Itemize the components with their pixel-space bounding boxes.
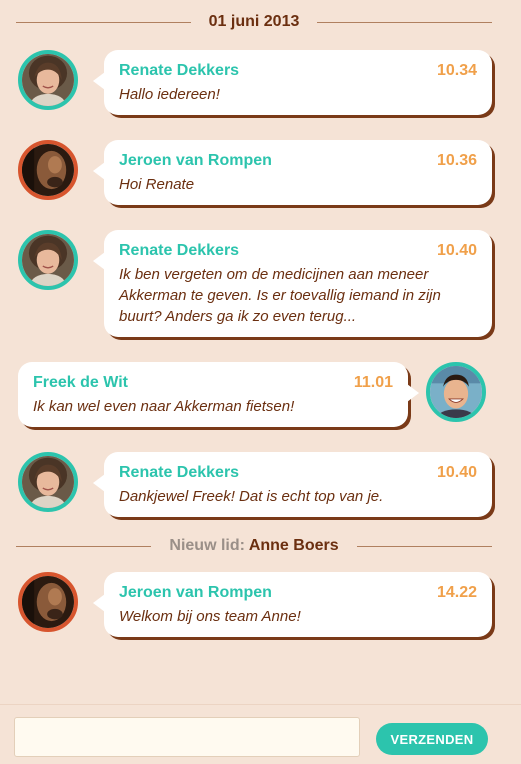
woman-portrait-icon: [22, 234, 74, 286]
message-bubble[interactable]: Freek de Wit 11.01 Ik kan wel even naar …: [18, 362, 419, 427]
woman-portrait-icon: [22, 456, 74, 508]
man-portrait-icon: [22, 144, 74, 196]
man-portrait-icon: [22, 576, 74, 628]
message-bubble[interactable]: Jeroen van Rompen 10.36 Hoi Renate: [93, 140, 492, 205]
message-text: Hallo iedereen!: [119, 86, 220, 103]
sender-name: Renate Dekkers: [119, 464, 240, 481]
message-text: Ik kan wel even naar Akkerman fietsen!: [33, 398, 295, 415]
avatar-freek[interactable]: [426, 362, 486, 422]
new-member-prefix: Nieuw lid:: [169, 537, 245, 554]
message-bubble[interactable]: Renate Dekkers 10.40 Dankjewel Freek! Da…: [93, 452, 492, 517]
date-label: 01 juni 2013: [208, 13, 300, 30]
sender-name: Jeroen van Rompen: [119, 152, 272, 169]
message-time: 10.36: [436, 152, 477, 169]
message-time: 10.40: [436, 464, 477, 481]
new-member-label: Nieuw lid: Anne Boers: [151, 537, 356, 555]
divider-line: [16, 21, 191, 23]
message-bubble[interactable]: Jeroen van Rompen 14.22 Welkom bij ons t…: [93, 572, 492, 637]
sender-name: Renate Dekkers: [119, 242, 240, 259]
woman-portrait-icon: [22, 54, 74, 106]
send-button[interactable]: VERZENDEN: [376, 723, 488, 755]
new-member-name: Anne Boers: [248, 537, 339, 554]
message-text: Dankjewel Freek! Dat is echt top van je.: [119, 488, 384, 505]
sender-name: Freek de Wit: [33, 374, 128, 391]
message-input[interactable]: [14, 717, 360, 757]
message-text: Ik ben vergeten om de medicijnen aan men…: [119, 266, 441, 325]
message-time: 10.34: [436, 62, 477, 79]
chat-screen: 01 juni 2013 Renate Dekkers 10.34 Hallo …: [0, 0, 521, 764]
message-text: Welkom bij ons team Anne!: [119, 608, 301, 625]
divider-line: [16, 545, 152, 547]
message-bubble[interactable]: Renate Dekkers 10.40 Ik ben vergeten om …: [93, 230, 492, 337]
new-member-divider: Nieuw lid: Anne Boers: [16, 536, 492, 556]
young-man-portrait-icon: [430, 366, 482, 418]
divider-line: [356, 545, 492, 547]
message-time: 10.40: [436, 242, 477, 259]
message-time: 14.22: [436, 584, 477, 601]
sender-name: Jeroen van Rompen: [119, 584, 272, 601]
message-bubble[interactable]: Renate Dekkers 10.34 Hallo iedereen!: [93, 50, 492, 115]
message-time: 11.01: [353, 374, 393, 391]
sender-name: Renate Dekkers: [119, 62, 240, 79]
avatar-renate[interactable]: [18, 452, 78, 512]
composer-bar: VERZENDEN: [0, 704, 521, 764]
avatar-renate[interactable]: [18, 50, 78, 110]
avatar-jeroen[interactable]: [18, 572, 78, 632]
avatar-jeroen[interactable]: [18, 140, 78, 200]
date-divider: 01 juni 2013: [16, 12, 492, 32]
avatar-renate[interactable]: [18, 230, 78, 290]
message-text: Hoi Renate: [119, 176, 195, 193]
divider-line: [317, 21, 492, 23]
